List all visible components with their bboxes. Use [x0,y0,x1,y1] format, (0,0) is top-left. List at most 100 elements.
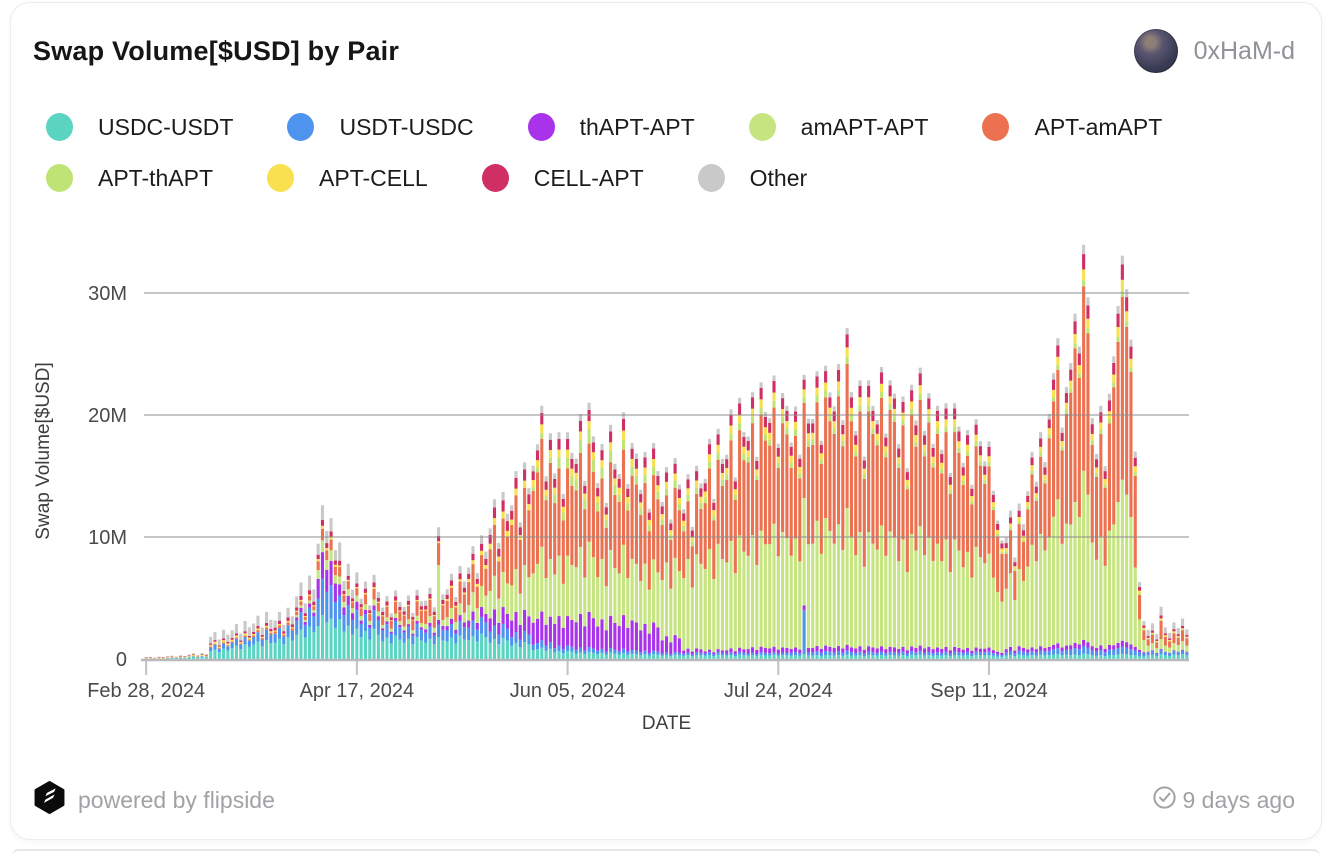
bar-segment-usdc-usdt[interactable] [489,643,492,659]
bar-segment-apt-cell[interactable] [996,530,999,534]
bar-segment-other[interactable] [398,602,401,607]
bar-segment-usdt-usdc[interactable] [846,650,849,654]
bar-segment-apt-cell[interactable] [183,657,186,658]
bar-segment-amapt-apt[interactable] [914,550,917,648]
bar-segment-thapt-apt[interactable] [471,612,474,621]
bar-segment-amapt-apt[interactable] [506,583,509,614]
bar-segment-apt-amapt[interactable] [484,569,487,596]
bar-segment-other[interactable] [699,483,702,488]
bar-segment-apt-thapt[interactable] [639,508,642,515]
bar-segment-thapt-apt[interactable] [553,624,556,648]
bar-segment-other[interactable] [196,655,199,656]
bar-segment-amapt-apt[interactable] [394,614,397,618]
bar-segment-other[interactable] [884,433,887,437]
bar-segment-cell-apt[interactable] [914,425,917,435]
bar-segment-usdc-usdt[interactable] [381,641,384,659]
bar-segment-apt-thapt[interactable] [1022,539,1025,541]
bar-segment-amapt-apt[interactable] [553,574,556,623]
bar-segment-apt-thapt[interactable] [876,440,879,445]
bar-segment-apt-thapt[interactable] [764,435,767,441]
bar-segment-usdc-usdt[interactable] [643,654,646,659]
bar-segment-thapt-apt[interactable] [325,570,328,592]
bar-segment-other[interactable] [1005,538,1008,543]
bar-segment-apt-amapt[interactable] [742,460,745,552]
bar-segment-apt-thapt[interactable] [631,467,634,476]
bar-segment-usdt-usdc[interactable] [368,628,371,640]
bar-segment-amapt-apt[interactable] [433,628,436,633]
bar-segment-usdt-usdc[interactable] [471,621,474,636]
bar-segment-amapt-apt[interactable] [755,565,758,650]
bar-segment-usdt-usdc[interactable] [1185,652,1188,655]
bar-segment-usdc-usdt[interactable] [682,656,685,659]
bar-segment-thapt-apt[interactable] [480,607,483,617]
bar-segment-apt-cell[interactable] [927,409,930,417]
bar-segment-cell-apt[interactable] [1104,471,1107,479]
bar-segment-apt-thapt[interactable] [871,428,874,433]
bar-segment-usdc-usdt[interactable] [923,656,926,659]
bar-segment-thapt-apt[interactable] [686,649,689,653]
bar-segment-other[interactable] [312,589,315,601]
bar-segment-amapt-apt[interactable] [1022,581,1025,648]
bar-segment-apt-cell[interactable] [218,647,221,648]
bar-segment-thapt-apt[interactable] [983,649,986,653]
bar-segment-cell-apt[interactable] [411,617,414,620]
bar-segment-other[interactable] [932,444,935,448]
bar-segment-thapt-apt[interactable] [884,649,887,653]
bar-segment-thapt-apt[interactable] [321,552,324,578]
bar-segment-apt-amapt[interactable] [1086,334,1089,495]
bar-segment-apt-thapt[interactable] [880,392,883,398]
bar-segment-apt-cell[interactable] [158,658,161,659]
bar-segment-amapt-apt[interactable] [1043,550,1046,648]
bar-segment-apt-thapt[interactable] [815,396,818,403]
bar-segment-usdc-usdt[interactable] [837,655,840,659]
bar-segment-apt-cell[interactable] [1181,628,1184,629]
bar-segment-amapt-apt[interactable] [450,608,453,619]
bar-segment-cell-apt[interactable] [321,520,324,526]
bar-segment-usdt-usdc[interactable] [1086,648,1089,655]
bar-segment-apt-amapt[interactable] [678,510,681,571]
bar-segment-thapt-apt[interactable] [545,625,548,646]
bar-segment-usdt-usdc[interactable] [966,652,969,655]
bar-segment-apt-cell[interactable] [493,518,496,525]
bar-segment-apt-cell[interactable] [1000,548,1003,551]
bar-segment-usdt-usdc[interactable] [308,608,311,627]
bar-segment-usdt-usdc[interactable] [665,652,668,655]
bar-segment-other[interactable] [957,427,960,432]
bar-segment-apt-amapt[interactable] [497,561,500,598]
bar-segment-apt-amapt[interactable] [1172,633,1175,643]
bar-segment-usdt-usdc[interactable] [338,596,341,620]
bar-segment-apt-thapt[interactable] [717,453,720,460]
bar-segment-apt-thapt[interactable] [987,462,990,466]
bar-segment-thapt-apt[interactable] [450,619,453,624]
bar-segment-other[interactable] [1013,558,1016,563]
bar-segment-usdt-usdc[interactable] [626,652,629,655]
bar-segment-cell-apt[interactable] [244,631,247,633]
bar-segment-amapt-apt[interactable] [652,559,655,622]
bar-segment-apt-cell[interactable] [545,490,548,496]
bar-segment-cell-apt[interactable] [1147,636,1150,638]
bar-segment-amapt-apt[interactable] [497,598,500,622]
bar-segment-usdc-usdt[interactable] [347,625,350,659]
bar-segment-usdc-usdt[interactable] [355,629,358,660]
bar-segment-amapt-apt[interactable] [729,541,732,648]
bar-segment-cell-apt[interactable] [330,532,333,537]
bar-segment-other[interactable] [454,597,457,602]
bar-segment-usdc-usdt[interactable] [609,652,612,659]
bar-segment-amapt-apt[interactable] [871,544,874,648]
bar-segment-apt-amapt[interactable] [777,468,780,556]
bar-segment-usdc-usdt[interactable] [815,655,818,659]
bar-segment-usdt-usdc[interactable] [1000,655,1003,657]
bar-segment-apt-cell[interactable] [540,424,543,433]
bar-segment-other[interactable] [768,418,771,423]
bar-segment-cell-apt[interactable] [717,434,720,444]
bar-segment-apt-amapt[interactable] [880,398,883,525]
bar-segment-usdt-usdc[interactable] [695,652,698,655]
bar-segment-usdc-usdt[interactable] [949,656,952,659]
bar-segment-other[interactable] [489,528,492,535]
bar-segment-other[interactable] [665,467,668,472]
bar-segment-usdc-usdt[interactable] [295,635,298,659]
bar-segment-amapt-apt[interactable] [1078,517,1081,644]
bar-segment-apt-amapt[interactable] [510,525,513,585]
bar-segment-apt-amapt[interactable] [226,645,229,646]
bar-segment-thapt-apt[interactable] [717,649,720,652]
